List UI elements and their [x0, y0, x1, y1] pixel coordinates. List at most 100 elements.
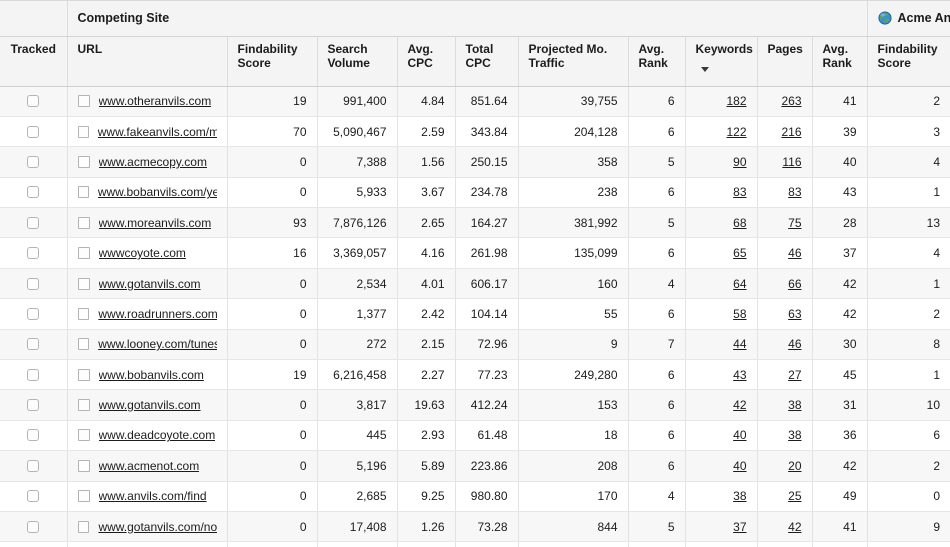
pages-link[interactable]: 116 [782, 155, 801, 169]
table-row[interactable]: www.anvils.com/find02,6859.25980.8017043… [0, 481, 950, 511]
url-link[interactable]: wwwcoyote.com [99, 246, 186, 260]
column-header-avg-rank[interactable]: Avg. Rank [628, 36, 685, 86]
table-row[interactable]: www.looney.com/tunes02722.1572.969744463… [0, 329, 950, 359]
table-row-partial[interactable] [0, 542, 950, 547]
keywords-link[interactable]: 58 [733, 307, 746, 321]
cell-url[interactable]: www.roadrunners.com [67, 299, 227, 329]
keywords-link[interactable]: 40 [733, 459, 746, 473]
url-link[interactable]: www.acmenot.com [99, 459, 200, 473]
tracked-checkbox[interactable] [27, 521, 39, 533]
cell-tracked[interactable] [0, 511, 67, 541]
pages-link[interactable]: 20 [788, 459, 801, 473]
pages-link[interactable]: 216 [781, 125, 801, 139]
sort-descending-icon[interactable] [701, 67, 709, 72]
cell-url[interactable]: www.looney.com/tunes [67, 329, 227, 359]
url-link[interactable]: www.gotanvils.com [99, 277, 201, 291]
cell-pages[interactable]: 38 [757, 390, 812, 420]
cell-pages[interactable]: 66 [757, 268, 812, 298]
url-link[interactable]: www.bobanvils.com [99, 368, 204, 382]
cell-url[interactable]: www.bobanvils.com/yes [67, 177, 227, 207]
pages-link[interactable]: 38 [788, 428, 801, 442]
column-header-search-volume[interactable]: Search Volume [317, 36, 397, 86]
tracked-checkbox[interactable] [27, 217, 39, 229]
cell-pages[interactable]: 75 [757, 208, 812, 238]
row-select-checkbox[interactable] [78, 460, 90, 472]
cell-url[interactable]: www.acmecopy.com [67, 147, 227, 177]
url-link[interactable]: www.fakeanvils.com/me [98, 125, 217, 139]
tracked-checkbox[interactable] [27, 126, 39, 138]
cell-pages[interactable]: 216 [757, 116, 812, 146]
row-select-checkbox[interactable] [78, 490, 90, 502]
column-header-avg-cpc[interactable]: Avg. CPC [397, 36, 455, 86]
pages-link[interactable]: 66 [788, 277, 801, 291]
cell-tracked[interactable] [0, 86, 67, 116]
row-select-checkbox[interactable] [78, 247, 90, 259]
cell-url[interactable]: wwwcoyote.com [67, 238, 227, 268]
cell-pages[interactable]: 38 [757, 420, 812, 450]
table-row[interactable]: www.gotanvils.com02,5344.01606.171604646… [0, 268, 950, 298]
row-select-checkbox[interactable] [78, 521, 90, 533]
cell-keywords[interactable]: 182 [685, 86, 757, 116]
cell-keywords[interactable]: 58 [685, 299, 757, 329]
cell-pages[interactable]: 116 [757, 147, 812, 177]
tracked-checkbox[interactable] [27, 429, 39, 441]
cell-tracked[interactable] [0, 481, 67, 511]
cell-tracked[interactable] [0, 177, 67, 207]
keywords-link[interactable]: 65 [733, 246, 746, 260]
url-link[interactable]: www.roadrunners.com [98, 307, 216, 321]
pages-link[interactable]: 46 [788, 337, 801, 351]
table-row[interactable]: www.gotanvils.com03,81719.63412.24153642… [0, 390, 950, 420]
keywords-link[interactable]: 40 [733, 428, 746, 442]
row-select-checkbox[interactable] [78, 369, 90, 381]
row-select-checkbox[interactable] [78, 217, 90, 229]
pages-link[interactable]: 263 [781, 94, 801, 108]
cell-keywords[interactable]: 64 [685, 268, 757, 298]
keywords-link[interactable]: 64 [733, 277, 746, 291]
cell-tracked[interactable] [0, 299, 67, 329]
pages-link[interactable]: 63 [788, 307, 801, 321]
keywords-link[interactable]: 44 [733, 337, 746, 351]
keywords-link[interactable]: 43 [733, 368, 746, 382]
tracked-checkbox[interactable] [27, 247, 39, 259]
cell-url[interactable]: www.gotanvils.com [67, 390, 227, 420]
cell-keywords[interactable]: 40 [685, 420, 757, 450]
cell-tracked[interactable] [0, 360, 67, 390]
tracked-checkbox[interactable] [27, 399, 39, 411]
tracked-checkbox[interactable] [27, 460, 39, 472]
cell-pages[interactable]: 63 [757, 299, 812, 329]
cell-tracked[interactable] [0, 390, 67, 420]
table-row[interactable]: www.deadcoyote.com04452.9361.48186403836… [0, 420, 950, 450]
table-row[interactable]: wwwcoyote.com163,369,0574.16261.98135,09… [0, 238, 950, 268]
cell-url[interactable]: www.moreanvils.com [67, 208, 227, 238]
cell-url[interactable]: www.anvils.com/find [67, 481, 227, 511]
pages-link[interactable]: 42 [788, 520, 801, 534]
row-select-checkbox[interactable] [78, 186, 89, 198]
keywords-link[interactable]: 37 [733, 520, 746, 534]
cell-tracked[interactable] [0, 116, 67, 146]
tracked-checkbox[interactable] [27, 490, 39, 502]
cell-pages[interactable]: 83 [757, 177, 812, 207]
pages-link[interactable]: 25 [788, 489, 801, 503]
tracked-checkbox[interactable] [27, 338, 39, 350]
cell-keywords[interactable]: 44 [685, 329, 757, 359]
keywords-link[interactable]: 68 [733, 216, 746, 230]
keywords-link[interactable]: 38 [733, 489, 746, 503]
cell-pages[interactable]: 27 [757, 360, 812, 390]
url-link[interactable]: www.anvils.com/find [99, 489, 207, 503]
cell-tracked[interactable] [0, 147, 67, 177]
cell-keywords[interactable]: 40 [685, 451, 757, 481]
cell-tracked[interactable] [0, 329, 67, 359]
column-header-acme-findability-score[interactable]: Findability Score [867, 36, 950, 86]
cell-url[interactable]: www.gotanvils.com/no [67, 511, 227, 541]
url-link[interactable]: www.deadcoyote.com [99, 428, 216, 442]
cell-tracked[interactable] [0, 208, 67, 238]
row-select-checkbox[interactable] [78, 338, 90, 350]
url-link[interactable]: www.moreanvils.com [99, 216, 212, 230]
column-header-total-cpc[interactable]: Total CPC [455, 36, 518, 86]
table-row[interactable]: www.otheranvils.com19991,4004.84851.6439… [0, 86, 950, 116]
table-row[interactable]: www.moreanvils.com937,876,1262.65164.273… [0, 208, 950, 238]
tracked-checkbox[interactable] [27, 308, 39, 320]
table-row[interactable]: www.gotanvils.com/no017,4081.2673.288445… [0, 511, 950, 541]
keywords-link[interactable]: 83 [733, 185, 746, 199]
row-select-checkbox[interactable] [78, 429, 90, 441]
